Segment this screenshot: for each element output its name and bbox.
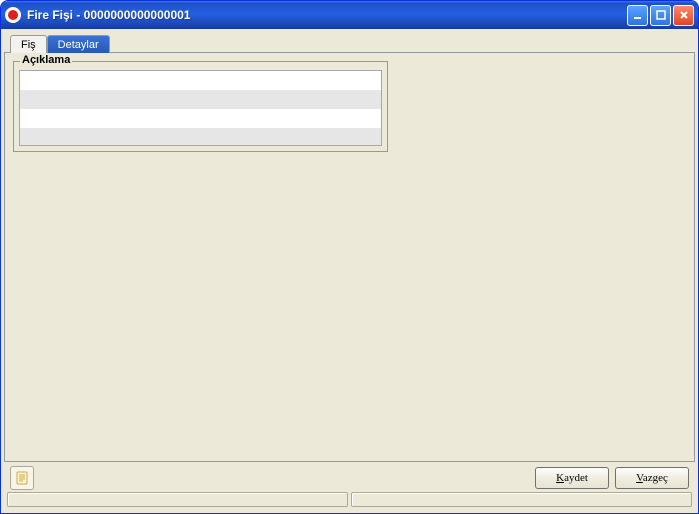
notes-button[interactable] [10, 466, 34, 490]
window-title: Fire Fişi - 0000000000000001 [27, 8, 627, 22]
app-window: Fire Fişi - 0000000000000001 Fiş Deta [0, 0, 699, 514]
window-controls [627, 5, 694, 26]
cancel-accel: V [636, 472, 643, 484]
tab-fis[interactable]: Fiş [10, 35, 47, 53]
app-icon [5, 7, 21, 23]
status-cell-left [7, 492, 348, 507]
save-accel: K [556, 472, 564, 484]
aciklama-field-wrapper [19, 70, 382, 146]
tab-panel-detaylar: Açıklama [4, 52, 695, 462]
maximize-icon [655, 9, 667, 21]
status-bar [4, 492, 695, 510]
content-area: Fiş Detaylar Açıklama [1, 29, 698, 513]
minimize-button[interactable] [627, 5, 648, 26]
footer-bar: Kaydet Vazgeç [4, 462, 695, 492]
aciklama-label: Açıklama [20, 54, 72, 66]
notes-icon [14, 470, 30, 486]
aciklama-group: Açıklama [13, 61, 388, 152]
status-cell-right [351, 492, 692, 507]
maximize-button[interactable] [650, 5, 671, 26]
close-button[interactable] [673, 5, 694, 26]
tab-detaylar[interactable]: Detaylar [47, 35, 110, 53]
close-icon [678, 9, 690, 21]
save-button[interactable]: Kaydet [535, 467, 609, 489]
tab-strip: Fiş Detaylar [4, 32, 695, 52]
minimize-icon [632, 9, 644, 21]
titlebar[interactable]: Fire Fişi - 0000000000000001 [1, 1, 698, 29]
save-label-rest: aydet [564, 472, 588, 484]
aciklama-input[interactable] [20, 71, 381, 146]
cancel-button[interactable]: Vazgeç [615, 467, 689, 489]
cancel-label-rest: azgeç [643, 472, 668, 484]
